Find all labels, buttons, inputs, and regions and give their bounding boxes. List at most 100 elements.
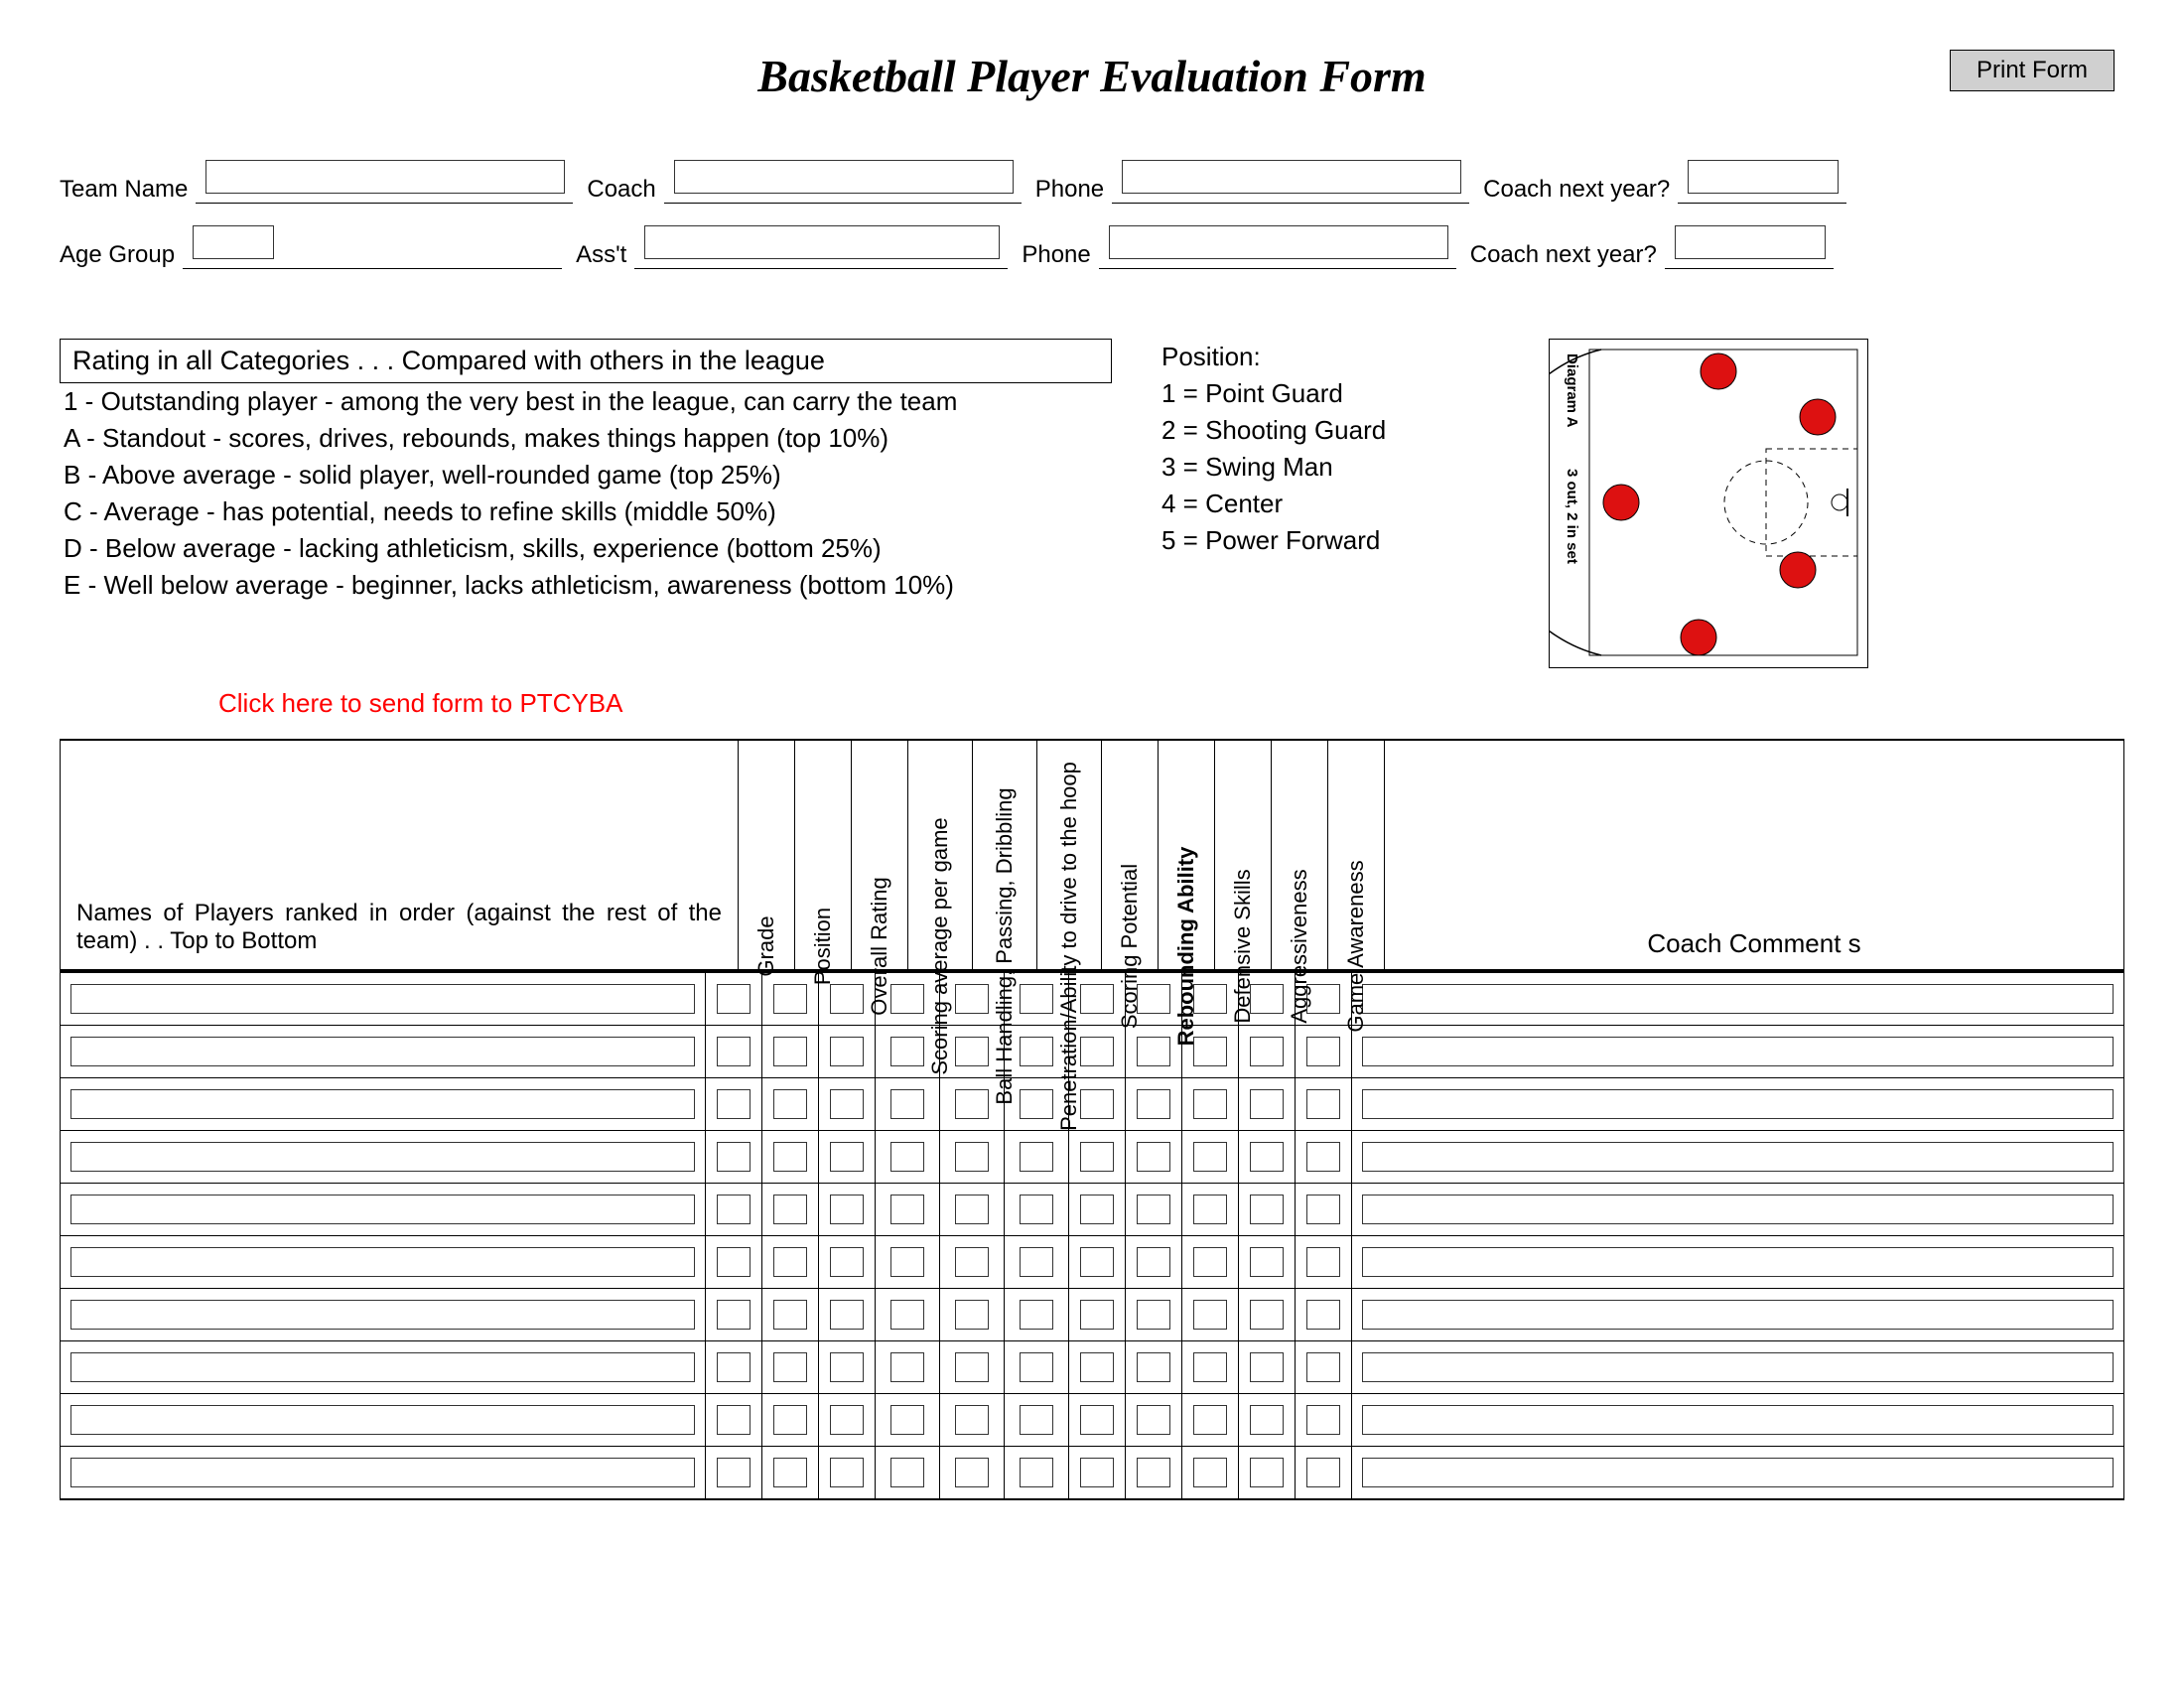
rating-input[interactable] [773,1195,807,1224]
coach-input[interactable] [674,160,1014,194]
rating-input[interactable] [1137,1458,1170,1487]
rating-input[interactable] [773,1247,807,1277]
rating-input[interactable] [717,1247,751,1277]
rating-input[interactable] [773,1352,807,1382]
rating-input[interactable] [890,984,924,1014]
rating-input[interactable] [1193,1089,1227,1119]
rating-input[interactable] [1250,1405,1284,1435]
rating-input[interactable] [717,984,751,1014]
rating-input[interactable] [717,1352,751,1382]
rating-input[interactable] [955,1089,989,1119]
rating-input[interactable] [1306,1405,1340,1435]
rating-input[interactable] [830,1458,864,1487]
rating-input[interactable] [1020,1037,1053,1066]
player-name-input[interactable] [70,1089,695,1119]
rating-input[interactable] [1137,1195,1170,1224]
rating-input[interactable] [1250,1247,1284,1277]
rating-input[interactable] [1250,1142,1284,1172]
rating-input[interactable] [1193,1352,1227,1382]
rating-input[interactable] [1080,1300,1114,1330]
rating-input[interactable] [955,1037,989,1066]
rating-input[interactable] [1137,1247,1170,1277]
rating-input[interactable] [1020,1300,1053,1330]
asst-next-year-input[interactable] [1675,225,1826,259]
rating-input[interactable] [773,1037,807,1066]
player-name-input[interactable] [70,1405,695,1435]
rating-input[interactable] [830,1352,864,1382]
player-name-input[interactable] [70,1037,695,1066]
rating-input[interactable] [1306,1352,1340,1382]
rating-input[interactable] [773,1405,807,1435]
rating-input[interactable] [1020,1089,1053,1119]
rating-input[interactable] [717,1405,751,1435]
rating-input[interactable] [1250,1195,1284,1224]
rating-input[interactable] [1193,1458,1227,1487]
rating-input[interactable] [1306,1089,1340,1119]
rating-input[interactable] [717,1195,751,1224]
player-name-input[interactable] [70,1142,695,1172]
rating-input[interactable] [717,1089,751,1119]
rating-input[interactable] [1020,1195,1053,1224]
comment-input[interactable] [1362,1300,2114,1330]
rating-input[interactable] [1020,1458,1053,1487]
player-name-input[interactable] [70,1352,695,1382]
rating-input[interactable] [1137,1352,1170,1382]
rating-input[interactable] [1137,1142,1170,1172]
rating-input[interactable] [890,1089,924,1119]
rating-input[interactable] [1020,1352,1053,1382]
rating-input[interactable] [773,1300,807,1330]
rating-input[interactable] [1080,1089,1114,1119]
rating-input[interactable] [1250,1089,1284,1119]
rating-input[interactable] [1080,1142,1114,1172]
player-name-input[interactable] [70,1458,695,1487]
rating-input[interactable] [1193,1247,1227,1277]
player-name-input[interactable] [70,1247,695,1277]
rating-input[interactable] [830,1300,864,1330]
rating-input[interactable] [1306,1300,1340,1330]
rating-input[interactable] [1250,1352,1284,1382]
rating-input[interactable] [1250,1300,1284,1330]
rating-input[interactable] [830,1089,864,1119]
comment-input[interactable] [1362,1089,2114,1119]
player-name-input[interactable] [70,1195,695,1224]
player-name-input[interactable] [70,1300,695,1330]
comment-input[interactable] [1362,1352,2114,1382]
rating-input[interactable] [1306,1195,1340,1224]
rating-input[interactable] [830,1142,864,1172]
rating-input[interactable] [1080,1352,1114,1382]
rating-input[interactable] [1080,1405,1114,1435]
rating-input[interactable] [830,1247,864,1277]
rating-input[interactable] [717,1300,751,1330]
rating-input[interactable] [955,1142,989,1172]
rating-input[interactable] [890,1352,924,1382]
rating-input[interactable] [890,1247,924,1277]
rating-input[interactable] [773,1089,807,1119]
asst-phone-input[interactable] [1109,225,1448,259]
comment-input[interactable] [1362,1037,2114,1066]
rating-input[interactable] [1137,1405,1170,1435]
rating-input[interactable] [1250,1458,1284,1487]
rating-input[interactable] [1020,1247,1053,1277]
rating-input[interactable] [890,1142,924,1172]
rating-input[interactable] [955,1300,989,1330]
comment-input[interactable] [1362,1195,2114,1224]
rating-input[interactable] [955,1195,989,1224]
rating-input[interactable] [1306,1458,1340,1487]
rating-input[interactable] [717,1458,751,1487]
rating-input[interactable] [1193,1195,1227,1224]
rating-input[interactable] [1137,1300,1170,1330]
rating-input[interactable] [1306,1247,1340,1277]
phone-input[interactable] [1122,160,1461,194]
rating-input[interactable] [773,1142,807,1172]
rating-input[interactable] [773,984,807,1014]
rating-input[interactable] [1080,1247,1114,1277]
coach-next-year-input[interactable] [1688,160,1839,194]
rating-input[interactable] [1080,984,1114,1014]
rating-input[interactable] [717,1037,751,1066]
print-form-button[interactable]: Print Form [1950,50,2115,91]
rating-input[interactable] [1137,1037,1170,1066]
age-group-input[interactable] [193,225,274,259]
rating-input[interactable] [1193,1300,1227,1330]
rating-input[interactable] [773,1458,807,1487]
rating-input[interactable] [1137,1089,1170,1119]
